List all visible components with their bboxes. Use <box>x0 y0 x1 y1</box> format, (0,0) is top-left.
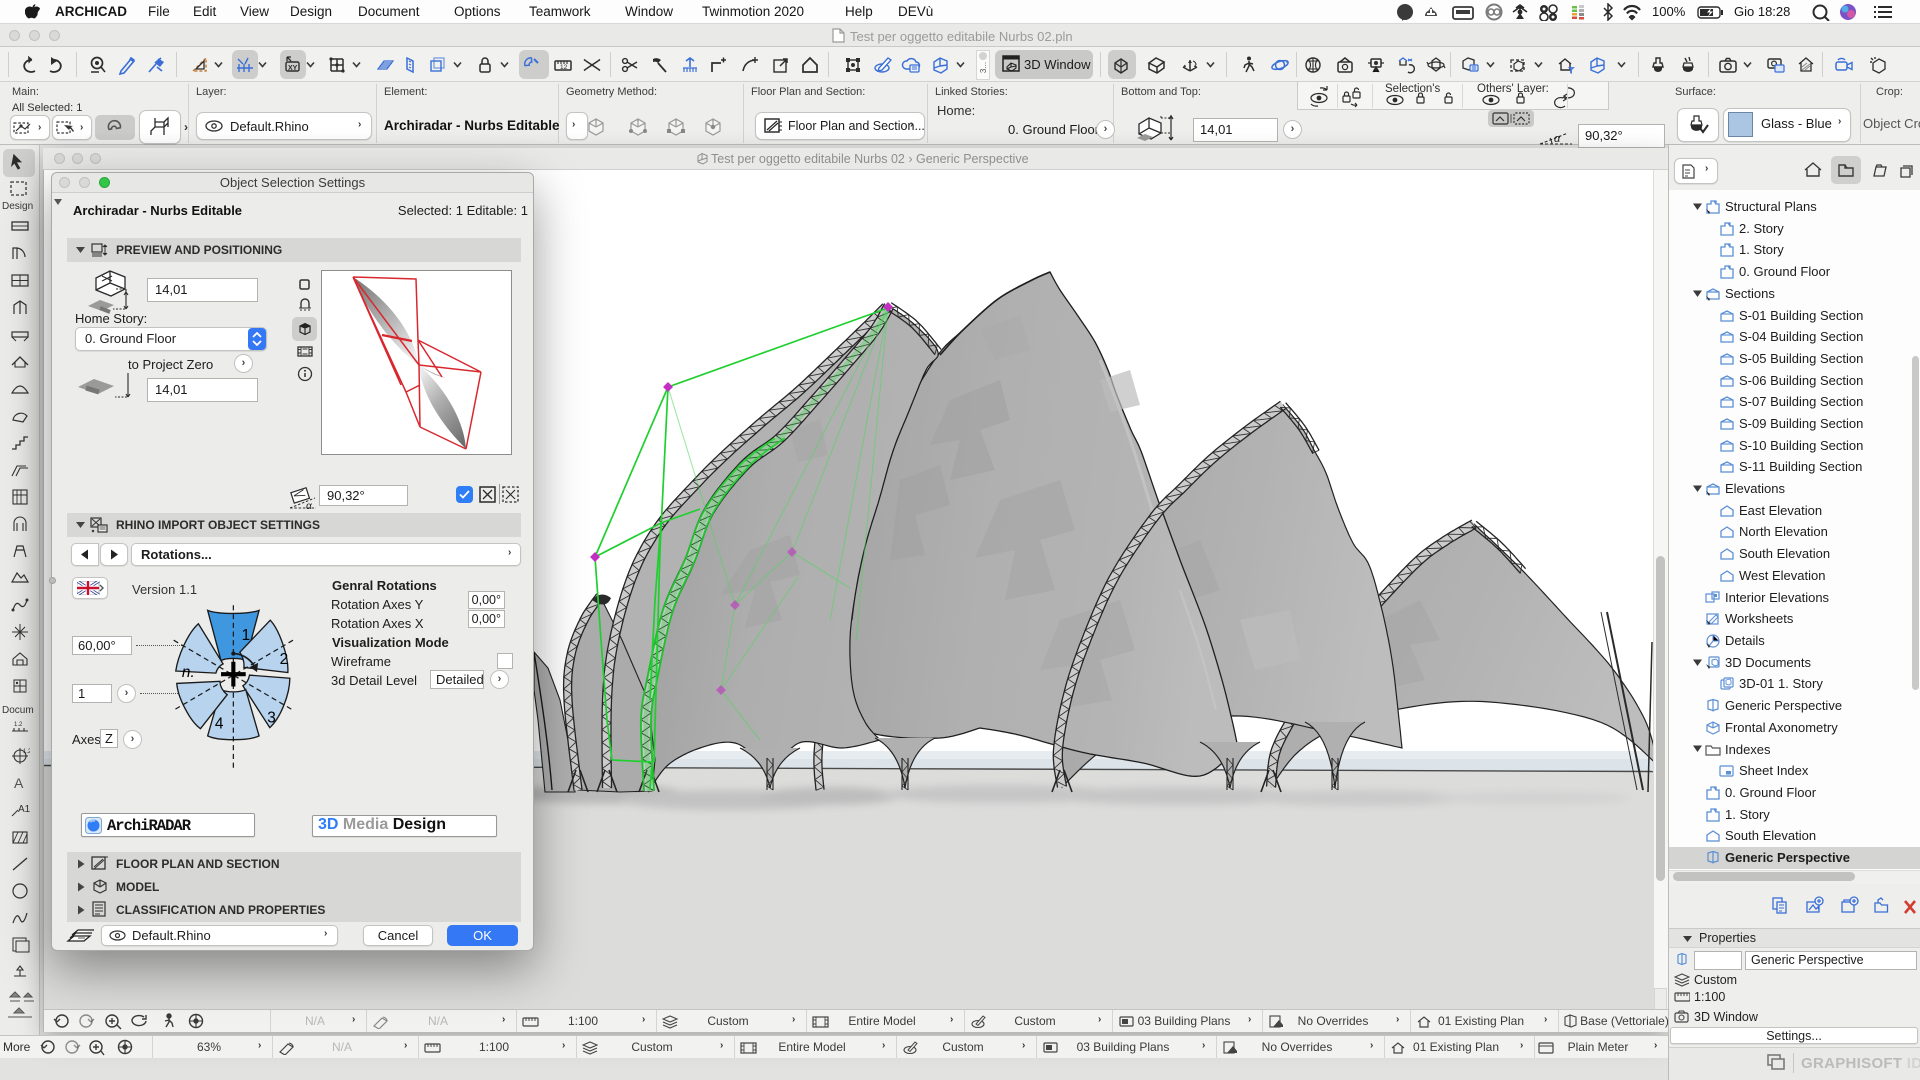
svg-text:1: 1 <box>242 627 251 644</box>
svg-text:A1: A1 <box>18 804 30 815</box>
svg-text:1.2: 1.2 <box>23 749 30 755</box>
svg-text:α: α <box>306 501 312 511</box>
svg-text:n.: n. <box>182 664 195 681</box>
svg-text:4: 4 <box>215 716 224 733</box>
svg-text:α: α <box>1554 133 1561 145</box>
svg-text:1.2: 1.2 <box>14 722 23 728</box>
svg-text:2: 2 <box>280 651 289 668</box>
svg-text:3: 3 <box>267 709 276 726</box>
svg-text:12: 12 <box>560 64 568 71</box>
svg-text:A: A <box>14 775 24 791</box>
svg-text:XY: XY <box>288 65 298 72</box>
